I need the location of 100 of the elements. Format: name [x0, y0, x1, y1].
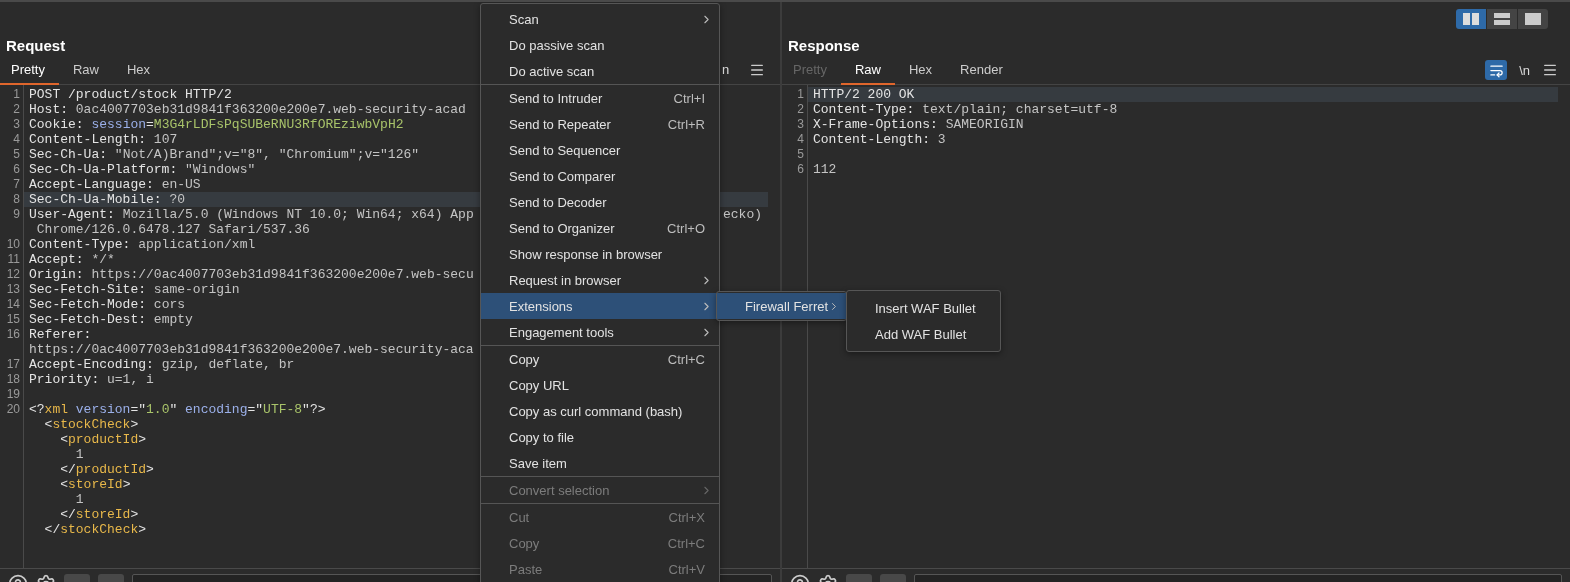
shortcut-text: Ctrl+X: [668, 509, 705, 525]
code-line: </productId>: [59, 462, 154, 477]
line-number: 20: [5, 402, 21, 417]
rows-icon: [1494, 13, 1510, 25]
line-number: 6: [12, 162, 21, 177]
code-line: Content-Type: application/xml: [29, 237, 256, 252]
line-number: 9: [12, 207, 21, 222]
code-line: <stockCheck>: [43, 417, 139, 432]
line-number: 16: [5, 327, 21, 342]
panel-title: Response: [788, 36, 860, 56]
line-number: 13: [5, 282, 21, 297]
menu-item[interactable]: Scan: [481, 6, 719, 32]
menu-item[interactable]: Add WAF Bullet: [847, 321, 1000, 347]
line-number: 19: [5, 387, 21, 402]
menu-item[interactable]: Insert WAF Bullet: [847, 295, 1000, 321]
tab[interactable]: Raw: [58, 56, 113, 85]
code-fragment: ecko): [723, 207, 762, 222]
code-line: </stockCheck>: [43, 522, 147, 537]
line-number: 8: [12, 192, 21, 207]
menu-item[interactable]: Send to Comparer: [481, 163, 719, 189]
menu-item[interactable]: Do passive scan: [481, 32, 719, 58]
code-line: Accept: */*: [29, 252, 115, 267]
wrap-text-button[interactable]: [1485, 60, 1508, 80]
newline-toggle[interactable]: n: [722, 62, 730, 77]
code-line: Accept-Language: en-US: [29, 177, 201, 192]
menu-item[interactable]: Save item: [481, 450, 719, 476]
code-line: X-Frame-Options: SAMEORIGIN: [813, 117, 1024, 132]
code-line: Sec-Fetch-Mode: cors: [29, 297, 186, 312]
code-line: Referer:: [29, 327, 92, 342]
square-icon: [1525, 13, 1541, 25]
tab[interactable]: Raw: [840, 56, 895, 85]
code-line: Sec-Ch-Ua: "Not/A)Brand";v="8", "Chromium";v="126": [29, 147, 420, 162]
columns-icon: [1463, 13, 1479, 25]
line-number: 3: [796, 117, 805, 132]
menu-item[interactable]: Do active scan: [481, 58, 719, 84]
tab[interactable]: Hex: [895, 56, 947, 85]
code-line: 112: [813, 162, 837, 177]
line-number: 3: [12, 117, 21, 132]
shortcut-text: Ctrl+I: [673, 90, 705, 106]
line-number: 11: [6, 252, 21, 267]
tab[interactable]: Pretty: [0, 56, 59, 85]
menu-item[interactable]: Request in browser: [481, 267, 719, 293]
line-number: 2: [796, 102, 805, 117]
code-line: User-Agent: Mozilla/5.0 (Windows NT 10.0; Win64; x64) App: [29, 207, 474, 222]
menu-item[interactable]: Show response in browser: [481, 241, 719, 267]
code-line: HTTP/2 200 OK: [813, 87, 915, 102]
menu-item[interactable]: Send to Decoder: [481, 189, 719, 215]
shortcut-text: Ctrl+C: [667, 535, 705, 551]
layout-toggle[interactable]: [1456, 9, 1486, 29]
shortcut-text: Ctrl+R: [667, 116, 705, 132]
menu-item[interactable]: Firewall Ferret: [717, 293, 846, 319]
layout-toggle[interactable]: [1518, 9, 1548, 29]
code-line: Sec-Ch-Ua-Platform: "Windows": [29, 162, 256, 177]
menu-item[interactable]: Send to Organizer Ctrl+O: [481, 215, 719, 241]
newline-toggle[interactable]: \n: [1519, 62, 1530, 78]
menu-item[interactable]: Copy as curl command (bash): [481, 398, 719, 424]
layout-toggle[interactable]: [1487, 9, 1517, 29]
code-line: Content-Type: text/plain; charset=utf-8: [813, 102, 1118, 117]
menu-item[interactable]: Engagement tools: [481, 319, 719, 345]
code-line: <storeId>: [59, 477, 131, 492]
code-line: <productId>: [59, 432, 147, 447]
code-line: Priority: u=1, i: [29, 372, 154, 387]
code-line: Content-Length: 3: [813, 132, 946, 147]
menu-item[interactable]: Copy to file: [481, 424, 719, 450]
menu-item[interactable]: Send to Sequencer: [481, 137, 719, 163]
menu-icon[interactable]: [1542, 62, 1558, 78]
tab[interactable]: Hex: [113, 56, 165, 85]
tab[interactable]: Render: [946, 56, 1017, 85]
line-number: 15: [5, 312, 21, 327]
menu-item[interactable]: Extensions: [481, 293, 719, 319]
code-line: Cookie: session=M3G4rLDFsPqSUBeRNU3RfOREziwbVpH2: [29, 117, 404, 132]
code-line: Chrome/126.0.6478.127 Safari/537.36: [35, 222, 310, 237]
code-line: 1: [74, 447, 84, 462]
code-line: Sec-Ch-Ua-Mobile: ?0: [29, 192, 186, 207]
line-number: 7: [12, 177, 21, 192]
menu-item[interactable]: Send to Intruder Ctrl+I: [481, 85, 719, 111]
line-number: 14: [5, 297, 21, 312]
code-line: https://0ac4007703eb31d9841f363200e200e7.web-security-aca: [29, 342, 474, 357]
menu-item[interactable]: Send to Repeater Ctrl+R: [481, 111, 719, 137]
code-line: Host: 0ac4007703eb31d9841f363200e200e7.web-security-acad: [29, 102, 466, 117]
code-line: 1: [74, 492, 84, 507]
menu-icon[interactable]: [749, 62, 765, 78]
line-number: 2: [12, 102, 21, 117]
line-number: 4: [796, 132, 805, 147]
code-line: Sec-Fetch-Dest: empty: [29, 312, 193, 327]
shortcut-text: Ctrl+V: [668, 561, 705, 577]
code-line: <?xml version="1.0" encoding="UTF-8"?>: [29, 402, 326, 417]
menu-item[interactable]: Copy URL: [481, 372, 719, 398]
code-line: Origin: https://0ac4007703eb31d9841f363200e200e7.web-secu: [29, 267, 474, 282]
code-line: Sec-Fetch-Site: same-origin: [29, 282, 240, 297]
code-line: </storeId>: [59, 507, 139, 522]
line-number: 5: [12, 147, 21, 162]
line-number: 10: [5, 237, 21, 252]
code-line: Content-Length: 107: [29, 132, 178, 147]
panel-title: Request: [6, 36, 66, 56]
menu-item[interactable]: Copy Ctrl+C: [481, 346, 719, 372]
line-number: 4: [12, 132, 21, 147]
line-number: 6: [796, 162, 805, 177]
code-line: Accept-Encoding: gzip, deflate, br: [29, 357, 295, 372]
code-line: POST /product/stock HTTP/2: [29, 87, 232, 102]
